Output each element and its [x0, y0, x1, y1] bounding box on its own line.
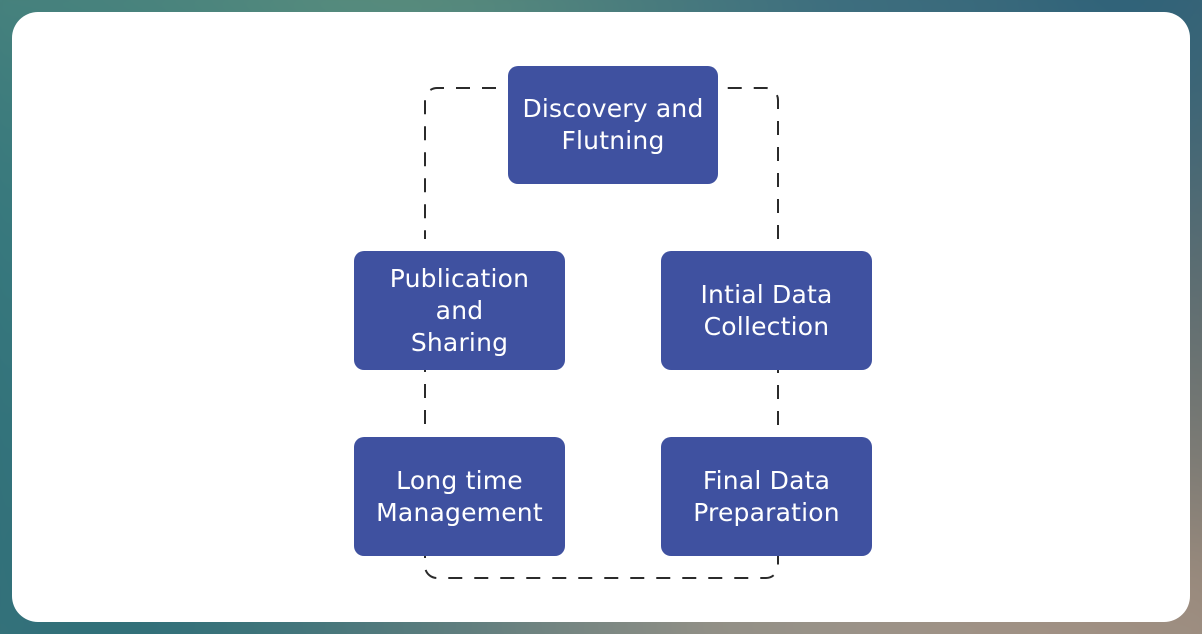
node-discovery-and-flutning[interactable]: Discovery and Flutning [508, 66, 718, 184]
node-final-data-preparation[interactable]: Final Data Preparation [661, 437, 872, 556]
node-long-time-management[interactable]: Long time Management [354, 437, 565, 556]
node-label: Long time Management [376, 465, 543, 527]
node-intial-data-collection[interactable]: Intial Data Collection [661, 251, 872, 370]
node-label: Discovery and Flutning [522, 94, 704, 155]
node-publication-and-sharing[interactable]: Publication and Sharing [354, 251, 565, 370]
connector-discovery-to-publication [424, 87, 496, 239]
cycle-flowchart: Discovery and Flutning Publication and S… [12, 12, 1190, 622]
node-label: Intial Data Collection [700, 279, 833, 341]
node-label: Publication and Sharing [389, 263, 530, 357]
node-label: Final Data Preparation [693, 465, 840, 527]
white-card: Discovery and Flutning Publication and S… [12, 12, 1190, 622]
